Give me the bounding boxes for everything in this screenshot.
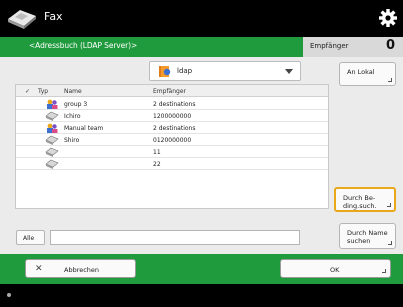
chevron-down-icon	[285, 69, 293, 74]
list-item-destination: 1200000000	[153, 113, 192, 120]
an-lokal-label: An Lokal	[347, 68, 375, 76]
list-item-destination: 0120000000	[153, 137, 192, 144]
fax-machine-icon	[45, 159, 59, 169]
alle-label: Alle	[23, 235, 35, 242]
destination-column-header[interactable]: Empfänger	[153, 88, 186, 95]
name-search-label-line2: suchen	[347, 237, 371, 245]
name-column-header[interactable]: Name	[64, 88, 82, 95]
status-indicator	[7, 293, 11, 297]
list-item[interactable]: 22	[16, 158, 328, 170]
check-column-header: ✓	[25, 88, 31, 95]
type-column-header[interactable]: Typ	[38, 88, 48, 95]
corner-arrow-icon	[387, 203, 391, 207]
list-item-destination: 22	[153, 161, 161, 168]
list-item-name: Shiro	[64, 137, 80, 144]
address-book-select[interactable]: ldap	[149, 61, 301, 81]
corner-arrow-icon	[382, 269, 386, 273]
corner-arrow-icon	[388, 241, 392, 245]
list-item[interactable]: group 3 2 destinations	[16, 98, 328, 110]
gear-icon[interactable]	[378, 8, 398, 28]
fax-machine-icon	[45, 111, 59, 121]
recipients-label: Empfänger	[310, 42, 349, 50]
fax-machine-icon	[45, 147, 59, 157]
list-item-destination: 11	[153, 149, 161, 156]
condition-search-button[interactable]: Durch Be- ding.such.	[334, 187, 396, 212]
list-item[interactable]: Manual team 2 destinations	[16, 122, 328, 134]
search-input[interactable]	[50, 230, 300, 245]
fax-machine-icon	[45, 135, 59, 145]
list-item[interactable]: Shiro 0120000000	[16, 134, 328, 146]
cancel-button[interactable]: ✕ Abbrechen	[25, 259, 136, 278]
app-title: Fax	[44, 10, 63, 23]
list-header: ✓ Typ Name Empfänger	[16, 85, 328, 97]
corner-arrow-icon	[388, 78, 392, 82]
list-item-name: Manual team	[64, 125, 104, 132]
recipients-counter[interactable]: Empfänger 0	[303, 37, 403, 57]
address-list[interactable]: ✓ Typ Name Empfänger group 3 2 destinati…	[15, 84, 329, 209]
list-item-destination: 2 destinations	[153, 101, 196, 108]
condition-search-label-line1: Durch Be-	[343, 194, 376, 202]
list-item-destination: 2 destinations	[153, 125, 196, 132]
cancel-label: Abbrechen	[64, 266, 100, 274]
top-bar: Fax	[0, 0, 403, 37]
name-search-button[interactable]: Durch Name suchen	[339, 223, 396, 249]
group-icon	[47, 123, 58, 133]
ok-label: OK	[330, 266, 340, 274]
breadcrumb: <Adressbuch (LDAP Server)>	[29, 41, 138, 50]
an-lokal-button[interactable]: An Lokal	[339, 62, 396, 86]
ok-button[interactable]: OK	[280, 259, 391, 278]
list-item[interactable]: Ichiro 1200000000	[16, 110, 328, 122]
address-book-icon	[159, 66, 171, 77]
address-book-select-value: ldap	[177, 67, 193, 75]
group-icon	[47, 99, 58, 109]
list-item-name: Ichiro	[64, 113, 81, 120]
address-book-header: <Adressbuch (LDAP Server)> Empfänger 0	[0, 37, 403, 57]
alle-button[interactable]: Alle	[16, 230, 45, 245]
close-icon: ✕	[35, 264, 43, 274]
recipients-count: 0	[385, 38, 395, 53]
condition-search-label-line2: ding.such.	[343, 202, 377, 210]
list-item[interactable]: 11	[16, 146, 328, 158]
name-search-label-line1: Durch Name	[347, 229, 388, 237]
list-item-name: group 3	[64, 101, 88, 108]
fax-icon	[8, 10, 36, 29]
